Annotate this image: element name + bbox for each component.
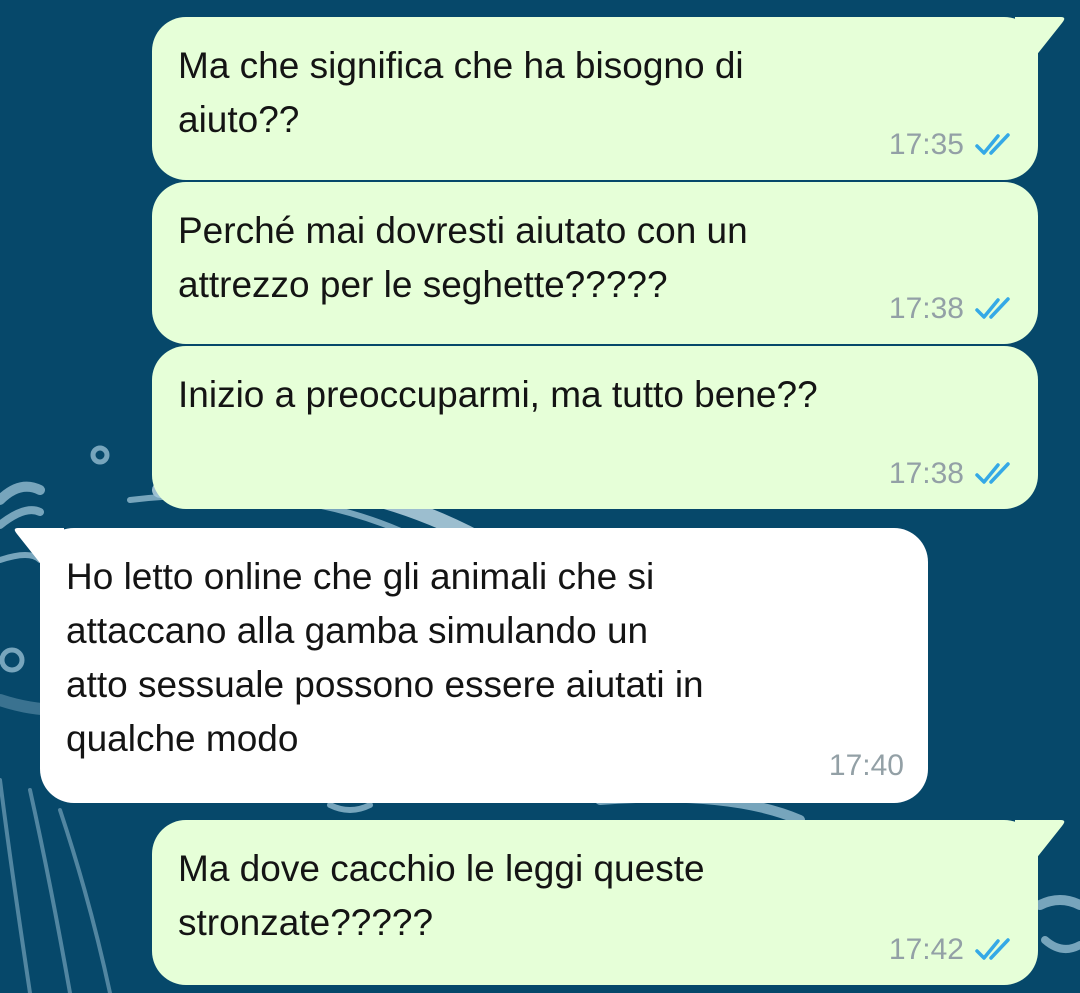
message-meta: 17:38: [889, 292, 1014, 326]
double-check-icon: [975, 462, 1010, 484]
message-text: Perché mai dovresti aiutato con un attre…: [178, 210, 748, 305]
message-bubble-outgoing[interactable]: Ma dove cacchio le leggi queste stronzat…: [152, 820, 1038, 985]
message-time: 17:38: [888, 457, 964, 490]
message-time: 17:35: [888, 128, 964, 161]
message-meta: 17:35: [889, 128, 1014, 162]
message-bubble-outgoing[interactable]: Ma che significa che ha bisogno di aiuto…: [152, 17, 1038, 180]
message-bubble-incoming[interactable]: Ho letto online che gli animali che si a…: [40, 528, 928, 803]
message-text: Ma che significa che ha bisogno di aiuto…: [178, 45, 744, 140]
message-bubble-outgoing[interactable]: Perché mai dovresti aiutato con un attre…: [152, 182, 1038, 344]
bubble-tail: [1015, 17, 1065, 57]
message-time: 17:40: [828, 749, 904, 782]
message-text: Inizio a preoccuparmi, ma tutto bene??: [178, 374, 818, 415]
message-time: 17:42: [888, 933, 964, 966]
message-meta: 17:40: [829, 749, 904, 783]
message-time: 17:38: [888, 292, 964, 325]
bubble-tail: [1015, 820, 1065, 860]
message-bubble-outgoing[interactable]: Inizio a preoccuparmi, ma tutto bene?? 1…: [152, 346, 1038, 509]
message-text: Ma dove cacchio le leggi queste stronzat…: [178, 848, 705, 943]
message-meta: 17:38: [889, 457, 1014, 491]
double-check-icon: [975, 938, 1010, 960]
message-meta: 17:42: [889, 933, 1014, 967]
double-check-icon: [975, 297, 1010, 319]
message-text: Ho letto online che gli animali che si a…: [66, 556, 704, 759]
double-check-icon: [975, 133, 1010, 155]
